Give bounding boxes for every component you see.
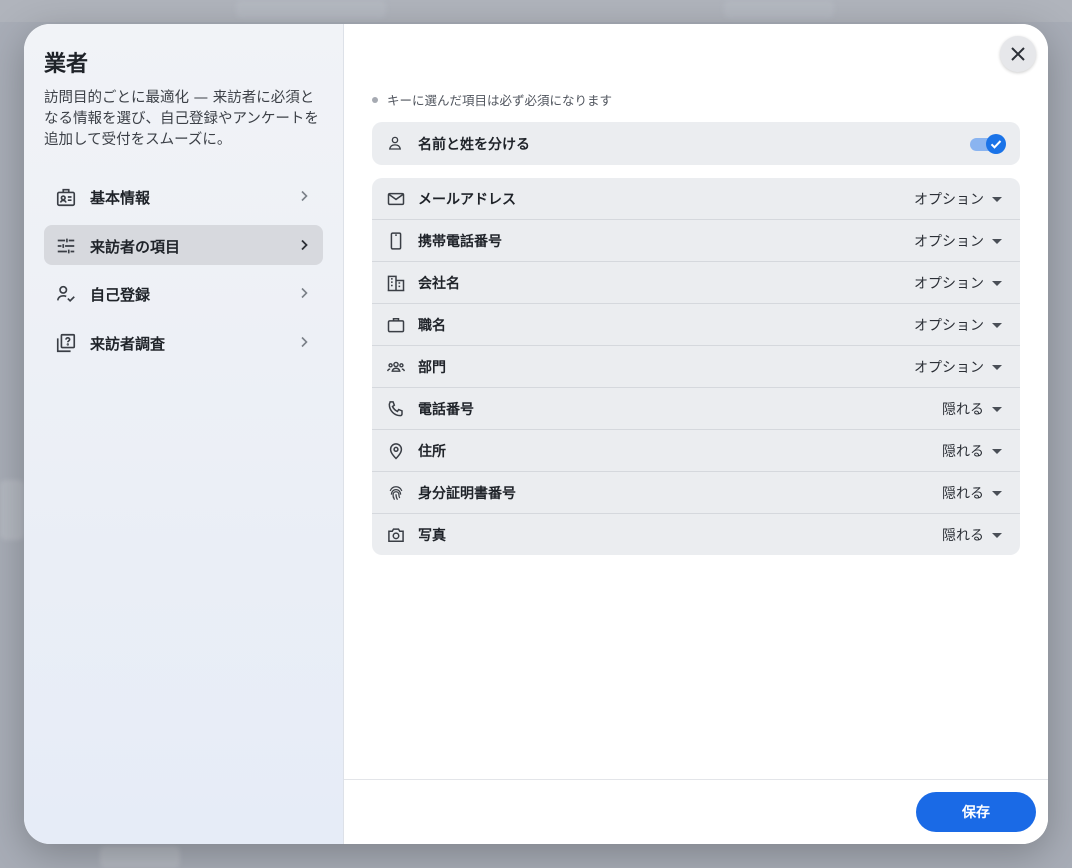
split-name-label: 名前と姓を分ける	[418, 137, 530, 153]
field-label: 写真	[418, 528, 446, 544]
field-label: 会社名	[418, 276, 460, 292]
field-label: 職名	[418, 318, 446, 334]
chevron-right-icon	[297, 189, 311, 203]
field-requirement-select[interactable]: オプション	[914, 314, 1006, 336]
select-value: 隠れる	[942, 402, 984, 418]
select-value: オプション	[914, 318, 984, 334]
close-button[interactable]	[1000, 36, 1036, 72]
dropdown-caret-icon	[992, 490, 1002, 496]
dropdown-caret-icon	[992, 406, 1002, 412]
required-hint: キーに選んだ項目は必ず必須になります	[372, 90, 612, 109]
select-value: オプション	[914, 234, 984, 250]
field-row-email: メールアドレス オプション	[372, 178, 1020, 220]
field-requirement-select[interactable]: 隠れる	[942, 440, 1006, 462]
camera-icon	[386, 525, 406, 545]
field-requirement-select[interactable]: 隠れる	[942, 482, 1006, 504]
sidebar-item-label: 自己登録	[90, 286, 151, 304]
field-requirement-select[interactable]: 隠れる	[942, 524, 1006, 546]
check-icon	[989, 137, 1003, 151]
select-value: オプション	[914, 192, 984, 208]
phone-icon	[386, 399, 406, 419]
dialog-title: 業者	[44, 52, 89, 77]
sidebar-item-label: 来訪者の項目	[90, 237, 181, 256]
dialog-description: 訪問目的ごとに最適化 — 来訪者に必須となる情報を選び、自己登録やアンケートを追…	[44, 90, 319, 148]
dropdown-caret-icon	[992, 196, 1002, 202]
field-row-id-number: 身分証明書番号 隠れる	[372, 472, 1020, 514]
field-row-photo: 写真 隠れる	[372, 514, 1020, 555]
dropdown-caret-icon	[992, 280, 1002, 286]
split-name-row: 名前と姓を分ける	[372, 122, 1020, 165]
bullet-dot-icon	[372, 96, 378, 103]
sidebar-item-visitor-fields[interactable]: 来訪者の項目	[44, 224, 323, 265]
select-value: オプション	[914, 276, 984, 292]
sidebar-nav: 基本情報 来訪者の項目 自己登録 来訪者調査	[44, 176, 323, 370]
select-value: 隠れる	[942, 444, 984, 460]
sidebar-item-self-registration[interactable]: 自己登録	[44, 273, 323, 313]
person-check-icon	[55, 283, 77, 305]
fingerprint-icon	[386, 483, 406, 503]
field-row-mobile: 携帯電話番号 オプション	[372, 220, 1020, 262]
field-label: メールアドレス	[418, 192, 516, 208]
field-label: 部門	[418, 360, 446, 376]
briefcase-icon	[386, 315, 406, 335]
field-label: 住所	[418, 444, 446, 460]
save-button[interactable]: 保存	[916, 792, 1036, 832]
sidebar-item-label: 基本情報	[90, 189, 151, 207]
dropdown-caret-icon	[992, 364, 1002, 370]
dropdown-caret-icon	[992, 532, 1002, 538]
field-row-address: 住所 隠れる	[372, 430, 1020, 472]
sidebar-item-visitor-survey[interactable]: 来訪者調査	[44, 322, 323, 362]
group-icon	[386, 357, 406, 377]
field-row-job-title: 職名 オプション	[372, 304, 1020, 346]
survey-icon	[55, 332, 77, 354]
select-value: 隠れる	[942, 528, 984, 544]
id-badge-icon	[55, 186, 77, 208]
field-requirement-select[interactable]: オプション	[914, 272, 1006, 294]
field-row-company: 会社名 オプション	[372, 262, 1020, 304]
field-label: 身分証明書番号	[418, 486, 516, 502]
dialog-footer: 保存	[344, 779, 1048, 844]
sidebar-item-label: 来訪者調査	[90, 334, 166, 353]
toggle-knob	[986, 134, 1006, 154]
close-icon	[1009, 45, 1027, 63]
field-row-department: 部門 オプション	[372, 346, 1020, 388]
field-requirement-select[interactable]: オプション	[914, 356, 1006, 378]
person-icon	[386, 134, 404, 152]
field-row-phone: 電話番号 隠れる	[372, 388, 1020, 430]
split-name-toggle[interactable]	[970, 134, 1006, 154]
building-icon	[386, 273, 406, 293]
location-pin-icon	[386, 441, 406, 461]
sidebar-item-basic-info[interactable]: 基本情報	[44, 176, 323, 216]
mail-icon	[386, 189, 406, 209]
chevron-right-icon	[297, 238, 311, 252]
field-requirement-select[interactable]: 隠れる	[942, 398, 1006, 420]
dropdown-caret-icon	[992, 448, 1002, 454]
field-label: 電話番号	[418, 402, 474, 418]
smartphone-icon	[386, 231, 406, 251]
chevron-right-icon	[297, 335, 311, 349]
dialog-main: キーに選んだ項目は必ず必須になります 名前と姓を分ける メールアドレス オプショ…	[344, 24, 1048, 844]
select-value: 隠れる	[942, 486, 984, 502]
dropdown-caret-icon	[992, 322, 1002, 328]
chevron-right-icon	[297, 286, 311, 300]
field-requirement-select[interactable]: オプション	[914, 230, 1006, 252]
dialog-sidebar: 業者 訪問目的ごとに最適化 — 来訪者に必須となる情報を選び、自己登録やアンケー…	[24, 24, 344, 844]
hint-text: キーに選んだ項目は必ず必須になります	[387, 93, 613, 108]
field-requirement-select[interactable]: オプション	[914, 188, 1006, 210]
select-value: オプション	[914, 360, 984, 376]
dropdown-caret-icon	[992, 238, 1002, 244]
sliders-icon	[55, 235, 77, 257]
settings-dialog: 業者 訪問目的ごとに最適化 — 来訪者に必須となる情報を選び、自己登録やアンケー…	[24, 24, 1048, 844]
field-label: 携帯電話番号	[418, 234, 502, 250]
visitor-field-list: メールアドレス オプション 携帯電話番号 オプション 会社名 オプション 職名 …	[372, 178, 1020, 555]
